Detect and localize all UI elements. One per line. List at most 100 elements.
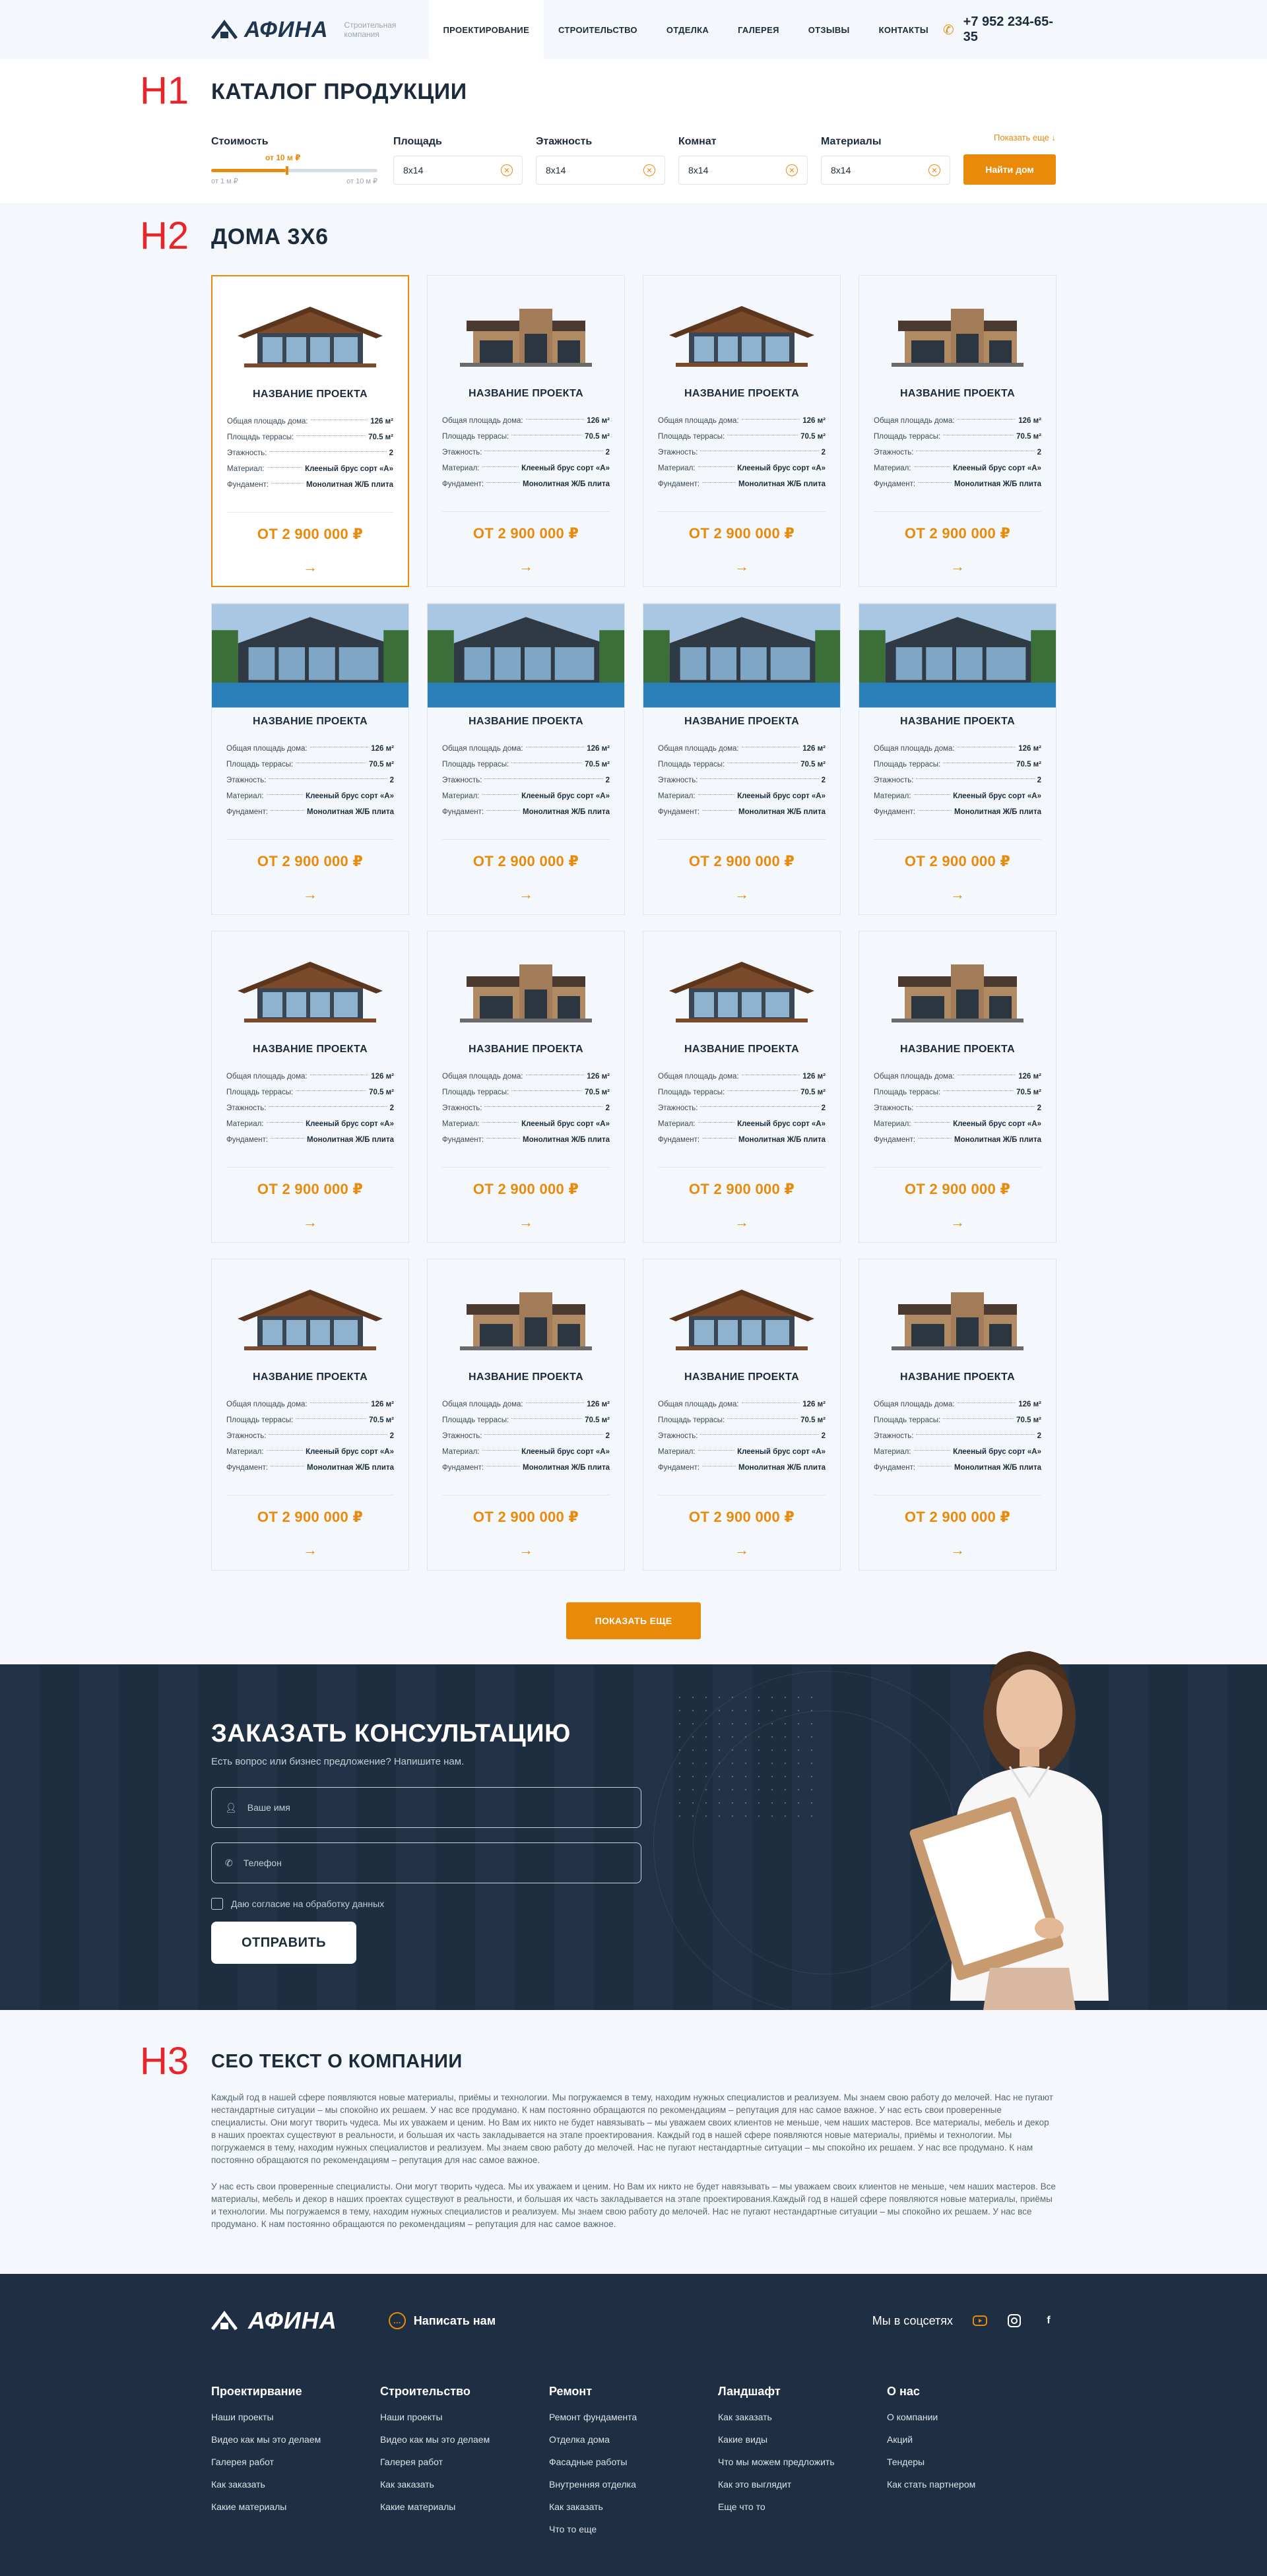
footer-link[interactable]: Как заказать: [211, 2479, 380, 2490]
arrow-right-icon[interactable]: →: [643, 886, 840, 903]
house-card[interactable]: НАЗВАНИЕ ПРОЕКТА Общая площадь дома: 126 м…: [859, 931, 1056, 1243]
arrow-right-icon[interactable]: →: [859, 1214, 1056, 1231]
house-image[interactable]: [859, 1259, 1056, 1364]
arrow-right-icon[interactable]: →: [643, 1214, 840, 1231]
footer-link[interactable]: Что то еще: [549, 2524, 718, 2534]
footer-link[interactable]: О компании: [887, 2412, 1056, 2422]
arrow-right-icon[interactable]: →: [212, 559, 408, 576]
phone-field[interactable]: ✆ Телефон: [211, 1842, 641, 1883]
arrow-right-icon[interactable]: →: [859, 1542, 1056, 1559]
footer-link[interactable]: Как заказать: [380, 2479, 549, 2490]
footer-link[interactable]: Галерея работ: [380, 2457, 549, 2467]
house-card[interactable]: НАЗВАНИЕ ПРОЕКТА Общая площадь дома: 126 м…: [427, 603, 625, 915]
house-image[interactable]: [643, 604, 840, 708]
house-image[interactable]: [428, 931, 624, 1036]
arrow-right-icon[interactable]: →: [859, 558, 1056, 575]
show-more-button[interactable]: ПОКАЗАТЬ ЕЩЕ: [566, 1602, 701, 1639]
house-card[interactable]: НАЗВАНИЕ ПРОЕКТА Общая площадь дома: 126 м…: [427, 931, 625, 1243]
send-button[interactable]: ОТПРАВИТЬ: [211, 1922, 356, 1964]
footer-link[interactable]: Как заказать: [549, 2501, 718, 2512]
floors-select[interactable]: 8x14 ✕: [536, 156, 665, 185]
house-image[interactable]: [212, 931, 408, 1036]
arrow-right-icon[interactable]: →: [859, 886, 1056, 903]
house-image[interactable]: [859, 931, 1056, 1036]
arrow-right-icon[interactable]: →: [643, 1542, 840, 1559]
arrow-right-icon[interactable]: →: [212, 1542, 408, 1559]
house-card[interactable]: НАЗВАНИЕ ПРОЕКТА Общая площадь дома: 126 м…: [211, 603, 409, 915]
footer-link[interactable]: Отделка дома: [549, 2434, 718, 2445]
nav-design[interactable]: ПРОЕКТИРОВАНИЕ: [428, 0, 544, 59]
house-image[interactable]: [212, 276, 408, 381]
house-image[interactable]: [212, 604, 408, 708]
clear-icon[interactable]: ✕: [786, 164, 798, 176]
footer-link[interactable]: Наши проекты: [211, 2412, 380, 2422]
footer-link[interactable]: Как стать партнером: [887, 2479, 1056, 2490]
materials-select[interactable]: 8x14 ✕: [821, 156, 950, 185]
nav-contacts[interactable]: КОНТАКТЫ: [864, 0, 943, 59]
house-card[interactable]: НАЗВАНИЕ ПРОЕКТА Общая площадь дома: 126 м…: [643, 603, 841, 915]
house-card[interactable]: НАЗВАНИЕ ПРОЕКТА Общая площадь дома: 126 м…: [427, 275, 625, 587]
youtube-icon[interactable]: [973, 2313, 987, 2328]
footer-link[interactable]: Какие виды: [718, 2434, 887, 2445]
footer-link[interactable]: Фасадные работы: [549, 2457, 718, 2467]
footer-link[interactable]: Внутренняя отделка: [549, 2479, 718, 2490]
footer-logo[interactable]: АФИНА: [211, 2307, 337, 2335]
nav-reviews[interactable]: ОТЗЫВЫ: [794, 0, 864, 59]
arrow-right-icon[interactable]: →: [428, 1542, 624, 1559]
house-image[interactable]: [643, 931, 840, 1036]
clear-icon[interactable]: ✕: [643, 164, 655, 176]
arrow-right-icon[interactable]: →: [428, 886, 624, 903]
footer-link[interactable]: Видео как мы это делаем: [380, 2434, 549, 2445]
find-house-button[interactable]: Найти дом: [963, 154, 1056, 185]
checkbox[interactable]: [211, 1898, 223, 1910]
house-image[interactable]: [859, 276, 1056, 380]
footer-link[interactable]: Акций: [887, 2434, 1056, 2445]
instagram-icon[interactable]: [1007, 2313, 1022, 2328]
show-more-filters-link[interactable]: Показать еще ↓: [994, 133, 1056, 142]
house-card[interactable]: НАЗВАНИЕ ПРОЕКТА Общая площадь дома: 126 м…: [859, 1259, 1056, 1571]
house-image[interactable]: [428, 1259, 624, 1364]
footer-link[interactable]: Тендеры: [887, 2457, 1056, 2467]
write-us-link[interactable]: … Написать нам: [388, 2312, 496, 2329]
house-card[interactable]: НАЗВАНИЕ ПРОЕКТА Общая площадь дома: 126 м…: [643, 275, 841, 587]
footer-link[interactable]: Как заказать: [718, 2412, 887, 2422]
footer-link[interactable]: Как это выглядит: [718, 2479, 887, 2490]
house-card[interactable]: НАЗВАНИЕ ПРОЕКТА Общая площадь дома: 126 м…: [643, 1259, 841, 1571]
area-select[interactable]: 8x14 ✕: [393, 156, 523, 185]
nav-construction[interactable]: СТРОИТЕЛЬСТВО: [544, 0, 652, 59]
facebook-icon[interactable]: f: [1041, 2313, 1056, 2328]
phone-link[interactable]: ✆ +7 952 234-65-35: [943, 15, 1056, 45]
footer-link[interactable]: Еще что то: [718, 2501, 887, 2512]
house-image[interactable]: [859, 604, 1056, 708]
house-card[interactable]: НАЗВАНИЕ ПРОЕКТА Общая площадь дома: 126 м…: [211, 931, 409, 1243]
arrow-right-icon[interactable]: →: [643, 558, 840, 575]
house-image[interactable]: [643, 276, 840, 380]
footer-link[interactable]: Какие материалы: [211, 2501, 380, 2512]
arrow-right-icon[interactable]: →: [428, 558, 624, 575]
house-image[interactable]: [212, 1259, 408, 1364]
house-image[interactable]: [643, 1259, 840, 1364]
house-card[interactable]: НАЗВАНИЕ ПРОЕКТА Общая площадь дома: 126 м…: [859, 275, 1056, 587]
price-slider[interactable]: от 10 м ₽ от 1 м ₽ от 10 м ₽: [211, 153, 377, 185]
house-card[interactable]: НАЗВАНИЕ ПРОЕКТА Общая площадь дома: 126 м…: [859, 603, 1056, 915]
house-card[interactable]: НАЗВАНИЕ ПРОЕКТА Общая площадь дома: 126 м…: [211, 275, 409, 587]
footer-link[interactable]: Наши проекты: [380, 2412, 549, 2422]
arrow-right-icon[interactable]: →: [428, 1214, 624, 1231]
house-card[interactable]: НАЗВАНИЕ ПРОЕКТА Общая площадь дома: 126 м…: [211, 1259, 409, 1571]
house-image[interactable]: [428, 276, 624, 380]
arrow-right-icon[interactable]: →: [212, 1214, 408, 1231]
name-field[interactable]: 👤︎ Ваше имя: [211, 1787, 641, 1828]
footer-link[interactable]: Что мы можем предложить: [718, 2457, 887, 2467]
footer-link[interactable]: Какие материалы: [380, 2501, 549, 2512]
footer-link[interactable]: Ремонт фундамента: [549, 2412, 718, 2422]
rooms-select[interactable]: 8x14 ✕: [678, 156, 808, 185]
footer-link[interactable]: Галерея работ: [211, 2457, 380, 2467]
slider-handle[interactable]: [286, 166, 289, 175]
logo[interactable]: АФИНА Строительная компания: [211, 17, 410, 43]
clear-icon[interactable]: ✕: [501, 164, 513, 176]
footer-link[interactable]: Видео как мы это делаем: [211, 2434, 380, 2445]
house-image[interactable]: [428, 604, 624, 708]
nav-finishing[interactable]: ОТДЕЛКА: [652, 0, 723, 59]
nav-gallery[interactable]: ГАЛЕРЕЯ: [723, 0, 794, 59]
house-card[interactable]: НАЗВАНИЕ ПРОЕКТА Общая площадь дома: 126 м…: [643, 931, 841, 1243]
